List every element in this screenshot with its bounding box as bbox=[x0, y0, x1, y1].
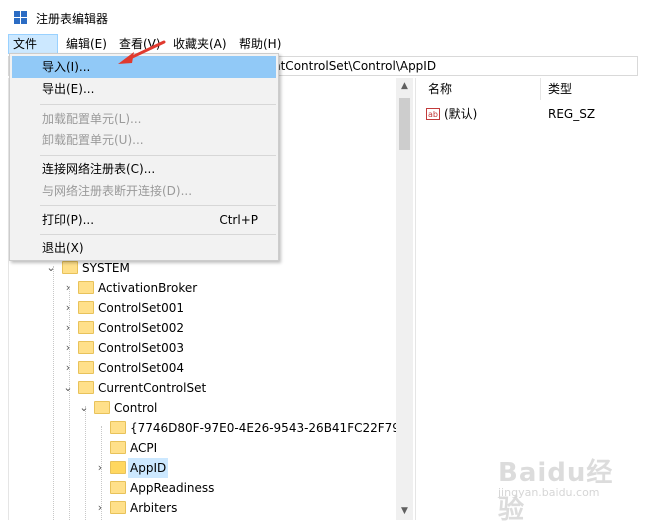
menu-separator bbox=[40, 104, 276, 105]
tree-node-arbiters[interactable]: › Arbiters bbox=[9, 498, 399, 518]
ab-string-icon: ab bbox=[426, 108, 440, 120]
menu-view[interactable]: 查看(V) bbox=[115, 34, 165, 54]
folder-icon bbox=[110, 461, 126, 474]
menu-item-shortcut: Ctrl+P bbox=[219, 213, 258, 227]
tree-node-guid[interactable]: {7746D80F-97E0-4E26-9543-26B41FC22F79} bbox=[9, 418, 408, 438]
chevron-right-icon[interactable]: › bbox=[62, 338, 74, 358]
column-header-name[interactable]: 名称 bbox=[428, 80, 452, 97]
tree-node-activationbroker[interactable]: › ActivationBroker bbox=[9, 278, 399, 298]
menu-item-label: 导入(I)... bbox=[42, 60, 91, 74]
tree-node-currentcontrolset[interactable]: ⌄ CurrentControlSet bbox=[9, 378, 399, 398]
tree-node-label: AppID bbox=[128, 458, 169, 478]
tree-node-label: ControlSet003 bbox=[98, 341, 184, 355]
menu-separator bbox=[40, 234, 276, 235]
menu-item-import[interactable]: 导入(I)... bbox=[12, 56, 276, 78]
scroll-up-icon[interactable]: ▲ bbox=[396, 78, 413, 95]
menu-help[interactable]: 帮助(H) bbox=[235, 34, 285, 54]
column-header-type[interactable]: 类型 bbox=[548, 80, 572, 97]
column-divider[interactable] bbox=[540, 78, 541, 100]
tree-node-controlset002[interactable]: › ControlSet002 bbox=[9, 318, 399, 338]
tree-node-label: ControlSet001 bbox=[98, 301, 184, 315]
chevron-right-icon[interactable]: › bbox=[62, 358, 74, 378]
folder-icon bbox=[78, 301, 94, 314]
tree-node-label: CurrentControlSet bbox=[98, 381, 207, 395]
tree-node-controlset004[interactable]: › ControlSet004 bbox=[9, 358, 399, 378]
tree-node-label: AppReadiness bbox=[130, 481, 215, 495]
menu-item-export[interactable]: 导出(E)... bbox=[12, 78, 276, 100]
folder-icon bbox=[78, 341, 94, 354]
folder-icon bbox=[110, 421, 126, 434]
tree-node-label: ActivationBroker bbox=[98, 281, 198, 295]
tree-node-acpi[interactable]: ACPI bbox=[9, 438, 399, 458]
value-name[interactable]: (默认) bbox=[444, 104, 477, 124]
title-bar: 注册表编辑器 bbox=[0, 0, 646, 34]
tree-node-label: {7746D80F-97E0-4E26-9543-26B41FC22F79} bbox=[130, 421, 408, 435]
menu-item-label: 导出(E)... bbox=[42, 82, 95, 96]
watermark-url: jingyan.baidu.com bbox=[498, 486, 600, 499]
address-path: ntControlSet\Control\AppID bbox=[273, 59, 437, 73]
menu-file[interactable]: 文件(F) bbox=[8, 34, 58, 69]
menu-item-exit[interactable]: 退出(X) bbox=[12, 237, 276, 259]
tree-node-controlset003[interactable]: › ControlSet003 bbox=[9, 338, 399, 358]
scroll-down-icon[interactable]: ▼ bbox=[396, 503, 413, 520]
tree-node-system[interactable]: ⌄ SYSTEM bbox=[9, 258, 399, 278]
value-type[interactable]: REG_SZ bbox=[548, 104, 595, 124]
chevron-right-icon[interactable]: › bbox=[62, 298, 74, 318]
menu-item-label: 打印(P)... bbox=[42, 213, 95, 227]
chevron-right-icon[interactable]: › bbox=[94, 458, 106, 478]
tree-node-appid[interactable]: › AppID bbox=[9, 458, 399, 478]
baidu-watermark: Baidu经验 jingyan.baidu.com bbox=[494, 448, 634, 525]
chevron-right-icon[interactable]: › bbox=[62, 278, 74, 298]
file-menu-dropdown: 导入(I)... 导出(E)... 加载配置单元(L)... 卸载配置单元(U)… bbox=[9, 53, 279, 261]
chevron-right-icon[interactable]: › bbox=[62, 318, 74, 338]
menu-item-unload-hive[interactable]: 卸载配置单元(U)... bbox=[12, 129, 276, 151]
folder-icon bbox=[78, 381, 94, 394]
menu-favorites[interactable]: 收藏夹(A) bbox=[169, 34, 231, 54]
chevron-down-icon[interactable]: ⌄ bbox=[62, 378, 74, 398]
menu-separator bbox=[40, 155, 276, 156]
tree-node-label: ControlSet002 bbox=[98, 321, 184, 335]
menu-item-label: 加载配置单元(L)... bbox=[42, 112, 142, 126]
folder-icon bbox=[110, 441, 126, 454]
folder-icon bbox=[78, 361, 94, 374]
tree-node-appreadiness[interactable]: AppReadiness bbox=[9, 478, 399, 498]
chevron-down-icon[interactable]: ⌄ bbox=[45, 258, 57, 278]
menu-item-disconnect-network-registry[interactable]: 与网络注册表断开连接(D)... bbox=[12, 180, 276, 202]
tree-node-control[interactable]: ⌄ Control bbox=[9, 398, 399, 418]
tree-node-label: Arbiters bbox=[130, 501, 178, 515]
window-title: 注册表编辑器 bbox=[36, 12, 109, 26]
scrollbar-thumb[interactable] bbox=[399, 98, 410, 150]
chevron-down-icon[interactable]: ⌄ bbox=[78, 398, 90, 418]
folder-icon bbox=[110, 501, 126, 514]
menu-item-label: 卸载配置单元(U)... bbox=[42, 133, 144, 147]
menu-item-label: 退出(X) bbox=[42, 241, 84, 255]
folder-icon bbox=[78, 321, 94, 334]
menu-item-label: 连接网络注册表(C)... bbox=[42, 162, 156, 176]
tree-node-label: ControlSet004 bbox=[98, 361, 184, 375]
menu-edit[interactable]: 编辑(E) bbox=[62, 34, 111, 54]
chevron-right-icon[interactable]: › bbox=[94, 498, 106, 518]
menu-bar: 文件(F) 编辑(E) 查看(V) 收藏夹(A) 帮助(H) bbox=[0, 34, 646, 69]
tree-node-label: Control bbox=[114, 401, 158, 415]
folder-icon bbox=[78, 281, 94, 294]
tree-scrollbar[interactable]: ▲ ▼ bbox=[396, 78, 413, 520]
tree-node-label: SYSTEM bbox=[82, 261, 130, 275]
folder-icon bbox=[94, 401, 110, 414]
menu-item-label: 与网络注册表断开连接(D)... bbox=[42, 184, 193, 198]
registry-editor-icon bbox=[14, 11, 28, 25]
menu-item-print[interactable]: 打印(P)... Ctrl+P bbox=[12, 209, 276, 231]
tree-node-label: ACPI bbox=[130, 441, 158, 455]
folder-icon bbox=[62, 261, 78, 274]
tree-node-controlset001[interactable]: › ControlSet001 bbox=[9, 298, 399, 318]
folder-icon bbox=[110, 481, 126, 494]
menu-item-connect-network-registry[interactable]: 连接网络注册表(C)... bbox=[12, 158, 276, 180]
menu-separator bbox=[40, 205, 276, 206]
menu-item-load-hive[interactable]: 加载配置单元(L)... bbox=[12, 108, 276, 130]
